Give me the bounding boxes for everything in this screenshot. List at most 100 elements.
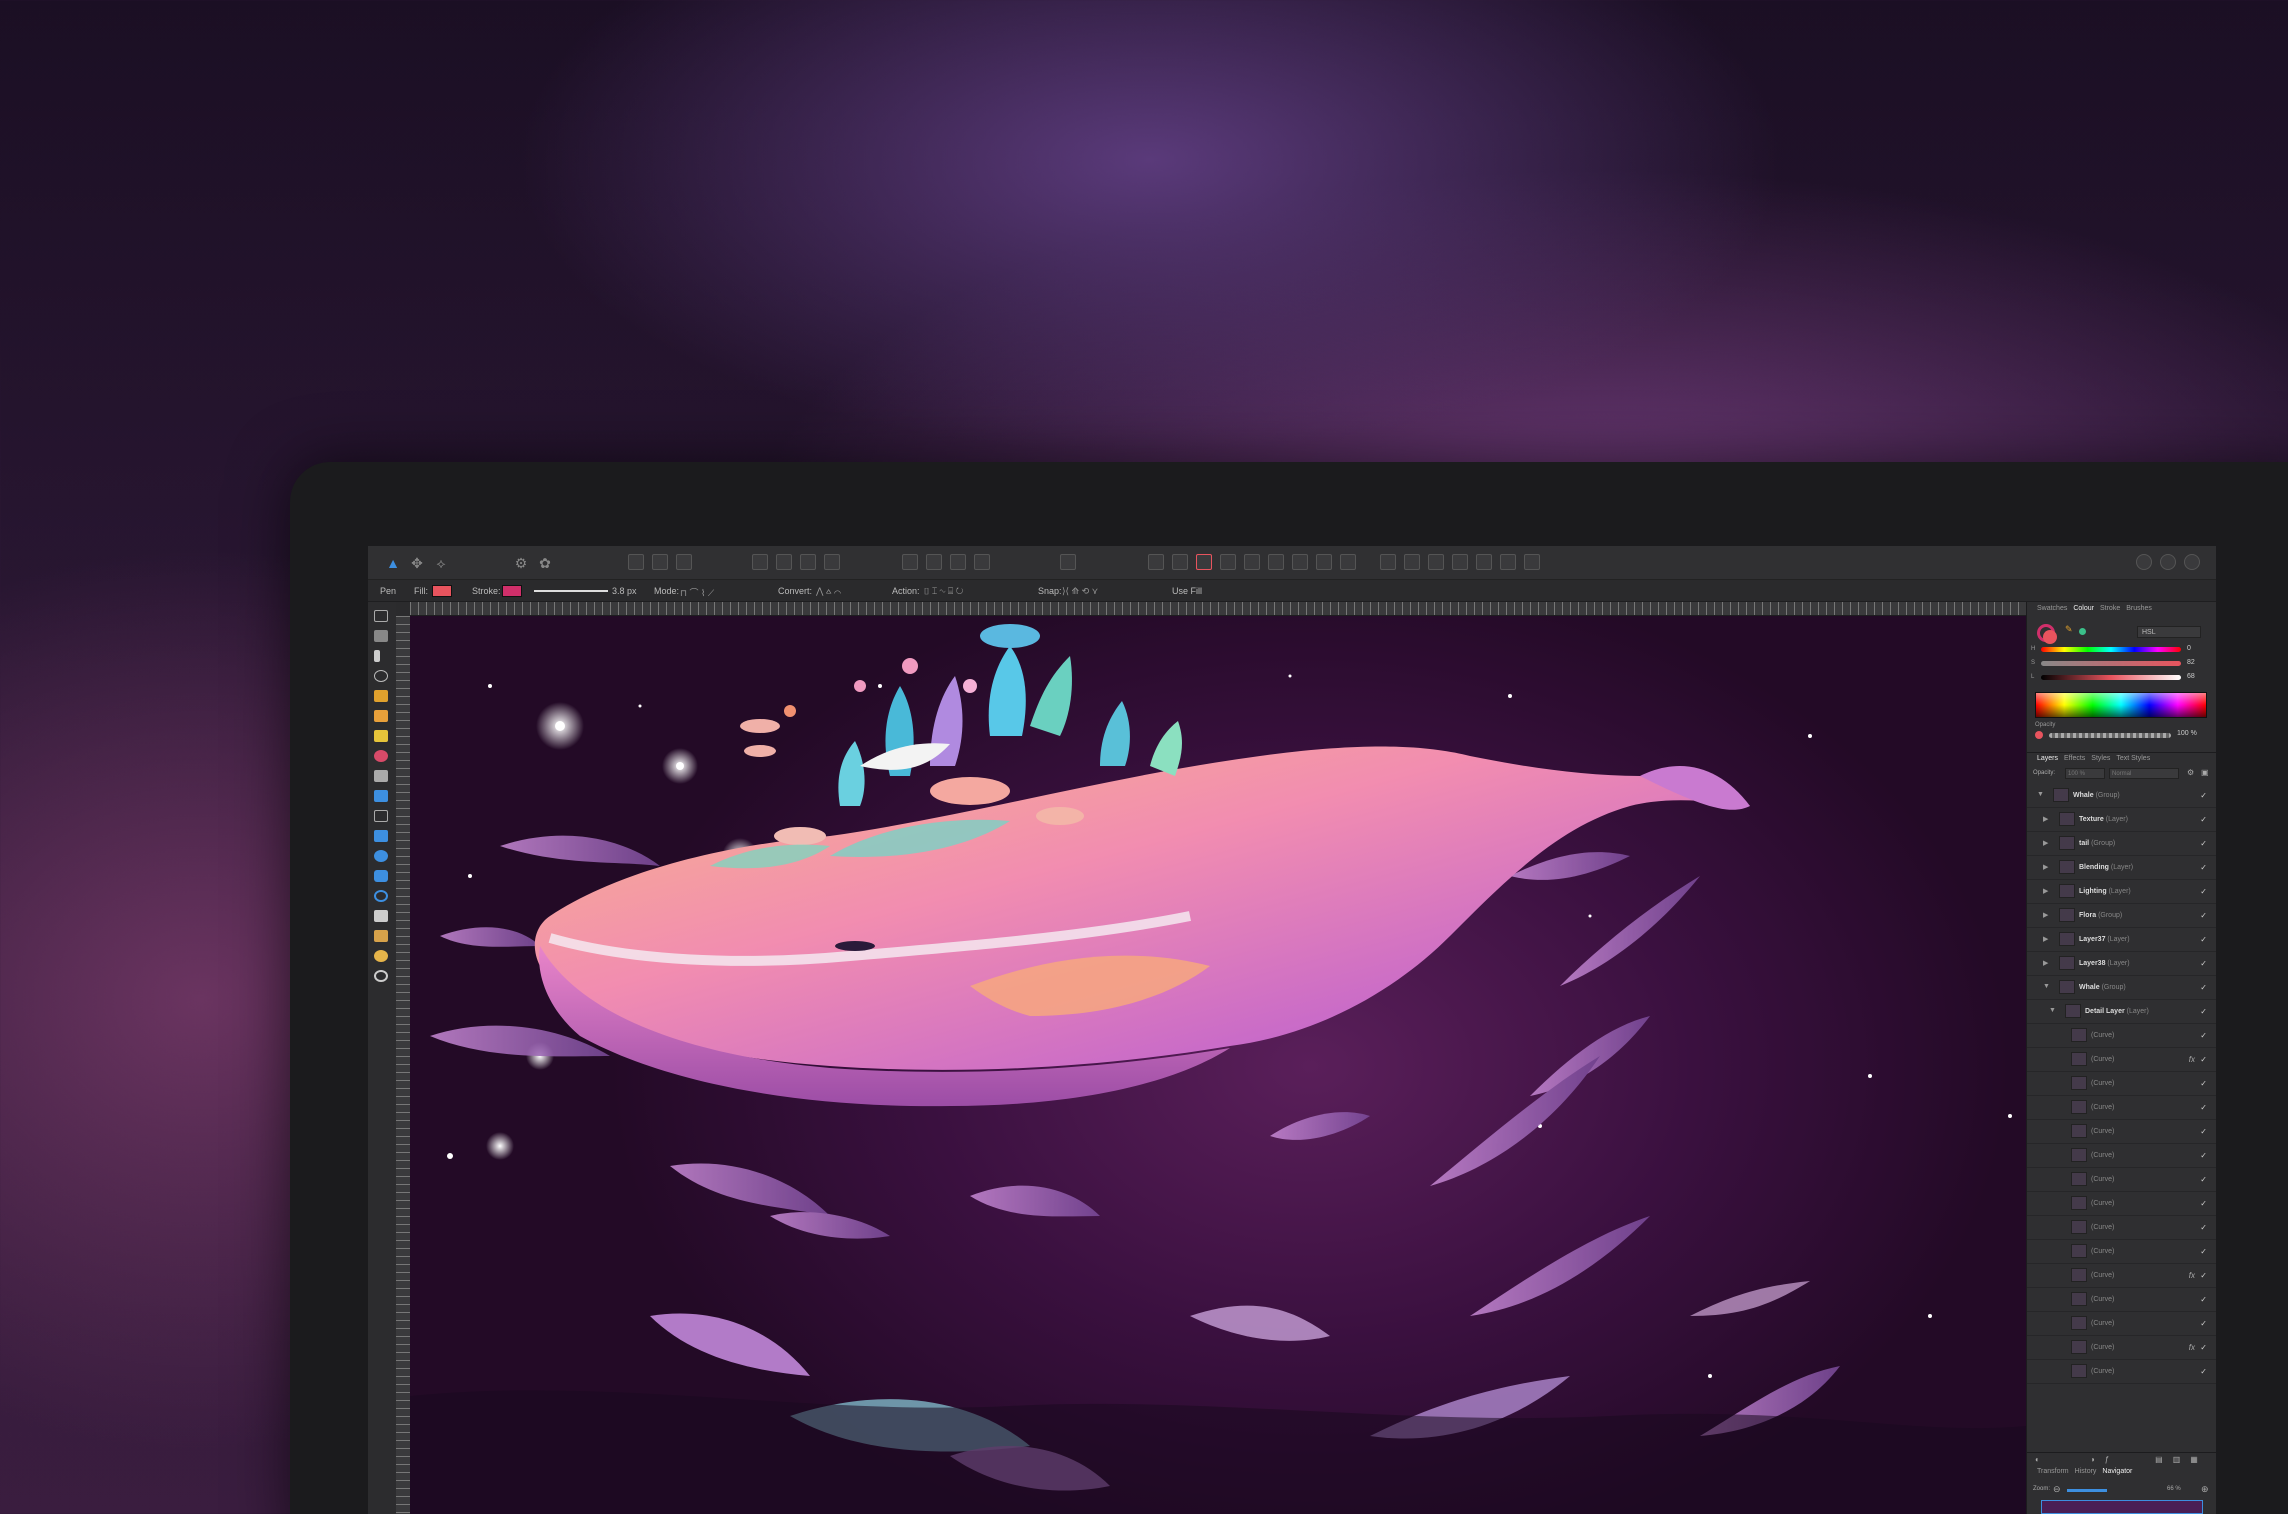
zoom-in-icon[interactable]: ⊕ [2201, 1484, 2209, 1495]
layer-row[interactable]: (Curve) ✓ [2027, 1192, 2216, 1216]
text-tool-icon[interactable] [374, 910, 388, 922]
tab-stroke[interactable]: Stroke [2100, 605, 2120, 617]
zoom-out-icon[interactable]: ⊖ [2053, 1484, 2061, 1495]
layer-row[interactable]: (Curve) ✓ [2027, 1288, 2216, 1312]
zoom-value[interactable]: 66 % [2167, 1486, 2181, 1492]
visibility-check-icon[interactable]: ✓ [2200, 1031, 2207, 1040]
visibility-check-icon[interactable]: ✓ [2200, 983, 2207, 992]
h-value[interactable]: 0 [2187, 645, 2191, 652]
tab-styles[interactable]: Styles [2091, 755, 2110, 764]
layer-row[interactable]: (Curve) ✓ [2027, 1120, 2216, 1144]
snapping-buttons[interactable] [1148, 554, 1356, 572]
saturation-slider[interactable] [2041, 661, 2181, 666]
layer-row[interactable]: (Curve) ✓ [2027, 1096, 2216, 1120]
layer-row[interactable]: ▶ Layer37 (Layer) ✓ [2027, 928, 2216, 952]
horizontal-ruler[interactable] [410, 602, 2026, 616]
layer-row[interactable]: ▶ Flora (Group) ✓ [2027, 904, 2216, 928]
snapping-icon[interactable]: ✿ [536, 554, 554, 572]
layers-panel-tabs[interactable]: Layers Effects Styles Text Styles [2027, 752, 2216, 764]
s-value[interactable]: 82 [2187, 659, 2195, 666]
stroke-width-slider[interactable] [534, 590, 608, 592]
layer-row[interactable]: ▼ Whale (Group) ✓ [2027, 784, 2216, 808]
vertical-ruler[interactable] [396, 616, 410, 1514]
colour-model-select[interactable]: HSL [2137, 626, 2201, 638]
fx-badge-icon[interactable]: fx [2189, 1055, 2195, 1064]
adjustment-icon[interactable]: ◑ [2090, 1455, 2095, 1464]
layer-row[interactable]: (Curve) ✓ [2027, 1360, 2216, 1384]
colour-panel-tabs[interactable]: Swatches Colour Stroke Brushes [2027, 605, 2216, 617]
ellipse-tool-icon[interactable] [374, 850, 388, 862]
tab-swatches[interactable]: Swatches [2037, 605, 2067, 617]
fx-badge-icon[interactable]: fx [2189, 1271, 2195, 1280]
expand-arrow-icon[interactable]: ▶ [2043, 911, 2048, 919]
pen-tool-icon[interactable] [374, 690, 388, 702]
layer-settings-icon[interactable]: ⚙ [2187, 768, 2194, 777]
layer-opacity-field[interactable]: 100 % [2065, 768, 2105, 779]
l-value[interactable]: 68 [2187, 673, 2195, 680]
blend-mode-select[interactable]: Normal [2109, 768, 2179, 779]
layer-row[interactable]: ▶ Texture (Layer) ✓ [2027, 808, 2216, 832]
opacity-value[interactable]: 100 % [2177, 730, 2197, 737]
visibility-check-icon[interactable]: ✓ [2200, 1223, 2207, 1232]
layer-row[interactable]: (Curve) fx ✓ [2027, 1048, 2216, 1072]
visibility-check-icon[interactable]: ✓ [2200, 1247, 2207, 1256]
snap-icons[interactable]: ⟩⟨ ⟰ ⟲ ⋎ [1062, 586, 1098, 597]
layer-row[interactable]: (Curve) fx ✓ [2027, 1336, 2216, 1360]
colour-spectrum[interactable] [2035, 692, 2207, 718]
expand-arrow-icon[interactable]: ▶ [2043, 887, 2048, 895]
visibility-check-icon[interactable]: ✓ [2200, 1127, 2207, 1136]
lock-icon[interactable]: ▣ [2201, 768, 2209, 777]
visibility-check-icon[interactable]: ✓ [2200, 1151, 2207, 1160]
document-canvas[interactable] [410, 616, 2026, 1514]
visibility-check-icon[interactable]: ✓ [2200, 839, 2207, 848]
expand-arrow-icon[interactable]: ▼ [2049, 1007, 2056, 1014]
visibility-check-icon[interactable]: ✓ [2200, 1007, 2207, 1016]
tab-effects[interactable]: Effects [2064, 755, 2085, 764]
visibility-check-icon[interactable]: ✓ [2200, 1367, 2207, 1376]
assistant-icon[interactable]: ⚙ [512, 554, 530, 572]
layer-row[interactable]: ▼ Detail Layer (Layer) ✓ [2027, 1000, 2216, 1024]
corner-tool-icon[interactable] [374, 670, 388, 682]
visibility-check-icon[interactable]: ✓ [2200, 1175, 2207, 1184]
crop-tool-icon[interactable] [374, 810, 388, 822]
hue-slider[interactable] [2041, 647, 2181, 652]
layer-row[interactable]: (Curve) ✓ [2027, 1312, 2216, 1336]
align-buttons[interactable] [902, 554, 990, 572]
visibility-check-icon[interactable]: ✓ [2200, 1055, 2207, 1064]
export-persona-icon[interactable]: ⟡ [432, 554, 450, 572]
tab-navigator[interactable]: Navigator [2102, 1468, 2132, 1480]
expand-arrow-icon[interactable]: ▶ [2043, 935, 2048, 943]
tab-transform[interactable]: Transform [2037, 1468, 2069, 1480]
zoom-slider[interactable] [2067, 1489, 2107, 1492]
pixel-persona-icon[interactable]: ✥ [408, 554, 426, 572]
expand-arrow-icon[interactable]: ▶ [2043, 815, 2048, 823]
visibility-check-icon[interactable]: ✓ [2200, 1295, 2207, 1304]
visibility-check-icon[interactable]: ✓ [2200, 935, 2207, 944]
layer-row[interactable]: ▶ tail (Group) ✓ [2027, 832, 2216, 856]
eyedropper-icon[interactable]: ✎ [2065, 624, 2073, 635]
fx-badge-icon[interactable]: fx [2189, 1343, 2195, 1352]
node-tool-icon[interactable] [374, 630, 388, 642]
visibility-check-icon[interactable]: ✓ [2200, 1079, 2207, 1088]
bottom-panel-tabs[interactable]: Transform History Navigator [2027, 1468, 2216, 1480]
move-tool-icon[interactable] [374, 610, 388, 622]
visibility-check-icon[interactable]: ✓ [2200, 863, 2207, 872]
visibility-check-icon[interactable]: ✓ [2200, 1103, 2207, 1112]
fx-icon[interactable]: ƒ [2105, 1455, 2109, 1464]
layer-row[interactable]: ▼ Whale (Group) ✓ [2027, 976, 2216, 1000]
expand-arrow-icon[interactable]: ▼ [2037, 791, 2044, 798]
add-layer-icon[interactable]: ▤ [2155, 1455, 2163, 1464]
visibility-check-icon[interactable]: ✓ [2200, 1199, 2207, 1208]
layer-mask-icon[interactable]: ◐ [2035, 1455, 2040, 1464]
place-image-icon[interactable] [374, 790, 388, 802]
expand-arrow-icon[interactable]: ▶ [2043, 863, 2048, 871]
transparency-tool-icon[interactable] [374, 770, 388, 782]
visibility-check-icon[interactable]: ✓ [2200, 959, 2207, 968]
visibility-check-icon[interactable]: ✓ [2200, 791, 2207, 800]
layer-row[interactable]: (Curve) ✓ [2027, 1024, 2216, 1048]
tab-text-styles[interactable]: Text Styles [2116, 755, 2150, 764]
studio-buttons[interactable] [2136, 554, 2200, 572]
brush-tool-icon[interactable] [374, 730, 388, 742]
tab-brushes[interactable]: Brushes [2126, 605, 2152, 617]
fill-colour-well[interactable] [2043, 630, 2057, 644]
